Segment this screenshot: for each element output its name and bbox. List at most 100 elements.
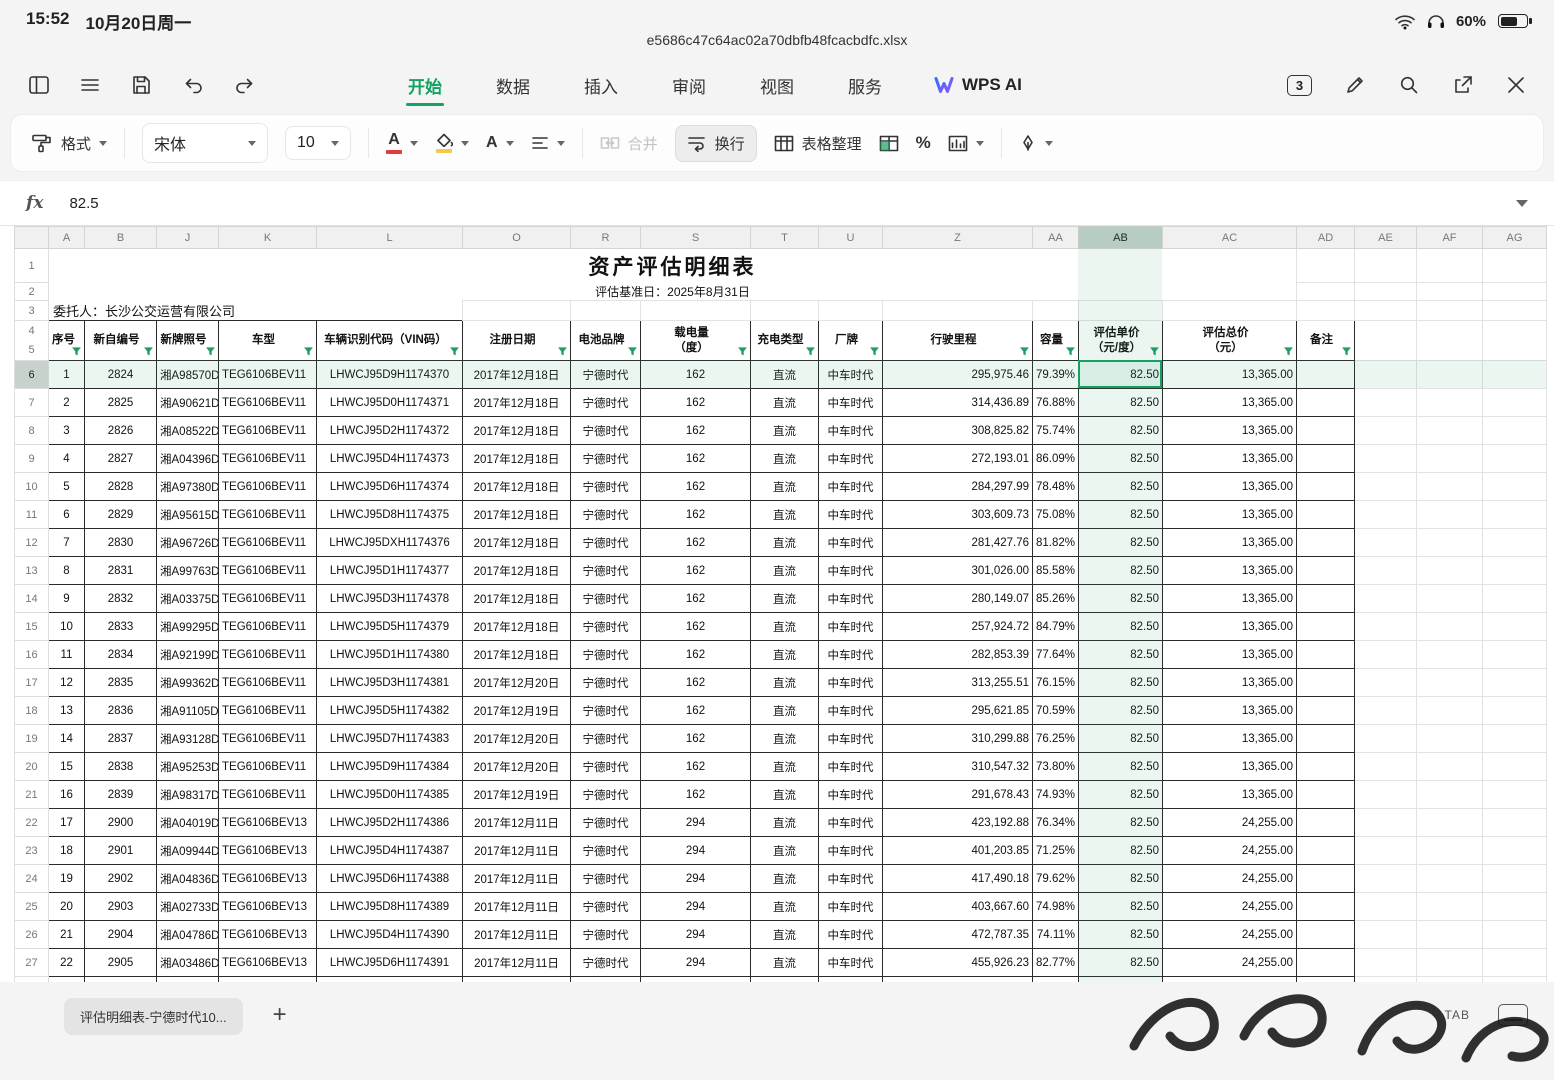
cell[interactable]: 直流	[751, 725, 819, 753]
cell[interactable]: 2017年12月19日	[463, 781, 571, 809]
cell[interactable]	[1483, 921, 1547, 949]
cell[interactable]: TEG6106BEV11	[219, 557, 317, 585]
col-header-AF[interactable]: AF	[1417, 227, 1483, 249]
add-sheet-button[interactable]: +	[273, 998, 287, 1027]
cell[interactable]: 13,365.00	[1163, 361, 1297, 389]
cell[interactable]: 湘A92199D	[157, 641, 219, 669]
cell[interactable]: 2904	[85, 921, 157, 949]
select-all-corner[interactable]	[15, 227, 49, 249]
close-icon[interactable]	[1506, 75, 1526, 95]
cell[interactable]: 湘A04396D	[157, 445, 219, 473]
col-header-S[interactable]: S	[641, 227, 751, 249]
cell[interactable]	[1483, 949, 1547, 977]
cell[interactable]	[1355, 445, 1417, 473]
filter-icon[interactable]	[1065, 346, 1076, 357]
cell[interactable]: 2017年12月18日	[463, 557, 571, 585]
cell[interactable]: 280,149.07	[883, 585, 1033, 613]
cell[interactable]: TEG6106BEV11	[219, 445, 317, 473]
cell[interactable]: 中车时代	[819, 697, 883, 725]
cell[interactable]: 310,547.32	[883, 753, 1033, 781]
cell[interactable]: 宁德时代	[571, 809, 641, 837]
cell[interactable]: 2827	[85, 445, 157, 473]
cell[interactable]: 2900	[85, 809, 157, 837]
fill-color-button[interactable]	[435, 133, 469, 153]
row-header-11[interactable]: 11	[15, 501, 49, 529]
cell[interactable]: 湘A95615D	[157, 501, 219, 529]
cell[interactable]: 宁德时代	[571, 669, 641, 697]
row-header-27[interactable]: 27	[15, 949, 49, 977]
cell[interactable]: LHWCJ95D8H1174389	[317, 893, 463, 921]
consignor-cell[interactable]: 委托人：长沙公交运营有限公司	[49, 301, 463, 321]
cell[interactable]: 宁德时代	[571, 473, 641, 501]
cell[interactable]: 直流	[751, 613, 819, 641]
cell[interactable]: 中车时代	[819, 613, 883, 641]
cell[interactable]	[1355, 725, 1417, 753]
cell[interactable]: 162	[641, 725, 751, 753]
cell[interactable]: LHWCJ95D6H1174374	[317, 473, 463, 501]
cell[interactable]: 直流	[751, 865, 819, 893]
cell[interactable]	[1483, 641, 1547, 669]
cell[interactable]: 162	[641, 585, 751, 613]
cell[interactable]: 直流	[751, 669, 819, 697]
cell[interactable]: LHWCJ95D1H1174377	[317, 557, 463, 585]
cell[interactable]: 294	[641, 893, 751, 921]
cell[interactable]: 2830	[85, 529, 157, 557]
cell[interactable]: 13,365.00	[1163, 781, 1297, 809]
cell[interactable]: 2832	[85, 585, 157, 613]
col-header-AC[interactable]: AC	[1163, 227, 1297, 249]
cell[interactable]: 宁德时代	[571, 501, 641, 529]
col-header-AA[interactable]: AA	[1033, 227, 1079, 249]
cell[interactable]: LHWCJ95D2H1174372	[317, 417, 463, 445]
cell[interactable]: 2017年12月18日	[463, 641, 571, 669]
cell[interactable]: 82.50	[1079, 361, 1163, 389]
cell[interactable]: 中车时代	[819, 389, 883, 417]
cell[interactable]	[1417, 641, 1483, 669]
cell[interactable]: 162	[641, 697, 751, 725]
cell[interactable]	[1417, 893, 1483, 921]
row-header-8[interactable]: 8	[15, 417, 49, 445]
cell[interactable]: 2017年12月18日	[463, 389, 571, 417]
cell[interactable]: 湘A02733D	[157, 893, 219, 921]
cell[interactable]: 湘A99763D	[157, 557, 219, 585]
cell[interactable]	[1417, 753, 1483, 781]
cell[interactable]	[1355, 613, 1417, 641]
keyboard-icon[interactable]	[1498, 1004, 1528, 1026]
row-header-15[interactable]: 15	[15, 613, 49, 641]
cell[interactable]: 2835	[85, 669, 157, 697]
cell[interactable]	[1355, 837, 1417, 865]
menu-icon[interactable]	[80, 75, 100, 95]
table-header[interactable]: 备注	[1297, 321, 1355, 361]
cell[interactable]: 14	[49, 725, 85, 753]
table-header[interactable]: 厂牌	[819, 321, 883, 361]
cell[interactable]: 2017年12月11日	[463, 921, 571, 949]
cell[interactable]: 湘A04019D	[157, 809, 219, 837]
cell[interactable]: 24,255.00	[1163, 921, 1297, 949]
cell[interactable]: 82.50	[1079, 389, 1163, 417]
row-header-14[interactable]: 14	[15, 585, 49, 613]
cell[interactable]: 直流	[751, 473, 819, 501]
cell[interactable]	[1297, 697, 1355, 725]
font-style-button[interactable]: A	[486, 135, 514, 151]
cell[interactable]: 2017年12月18日	[463, 473, 571, 501]
cell[interactable]: 2831	[85, 557, 157, 585]
cell[interactable]	[1483, 445, 1547, 473]
cell[interactable]: 13,365.00	[1163, 529, 1297, 557]
cell[interactable]	[1483, 753, 1547, 781]
cell[interactable]: 294	[641, 921, 751, 949]
cell[interactable]	[1417, 283, 1483, 301]
cell[interactable]	[1417, 809, 1483, 837]
font-color-button[interactable]: A	[386, 132, 418, 154]
cell[interactable]	[1483, 501, 1547, 529]
cell[interactable]: 2017年12月20日	[463, 753, 571, 781]
cell[interactable]: 82.50	[1079, 529, 1163, 557]
cell[interactable]: 宁德时代	[571, 361, 641, 389]
cell[interactable]: TEG6106BEV11	[219, 417, 317, 445]
cell[interactable]	[1297, 473, 1355, 501]
table-header[interactable]: 车辆识别代码（VIN码）	[317, 321, 463, 361]
cell[interactable]: 宁德时代	[571, 893, 641, 921]
tab-review[interactable]: 审阅	[670, 57, 708, 114]
cell[interactable]	[1483, 809, 1547, 837]
cell[interactable]	[1355, 249, 1417, 283]
cell[interactable]: 82.77%	[1033, 949, 1079, 977]
cell[interactable]: 1	[49, 361, 85, 389]
